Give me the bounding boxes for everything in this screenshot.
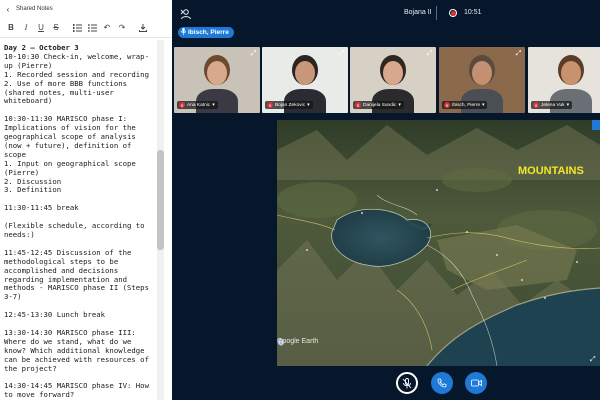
person-face (295, 61, 315, 85)
participant-name-bar: ✕ Ibisch, Pierre ▾ (442, 101, 488, 109)
notes-scrollbar-thumb[interactable] (157, 150, 164, 250)
notes-line: 3. Definition (4, 185, 62, 195)
participant-name-bar: ✕ Danijela Sundic ▾ (353, 101, 404, 109)
participant-name: Jelena Vuk (541, 102, 565, 108)
participant-name-bar: ✕ Jelena Vuk ▾ (531, 101, 572, 109)
notes-text-area[interactable]: Day 2 – October 3 10-10:30 Check-in, welc… (4, 44, 156, 400)
camera-icon (470, 379, 482, 387)
user-list-icon[interactable] (180, 8, 192, 20)
participant-name: Ana Katnic (187, 102, 211, 108)
muted-microphone-icon: ✕ (355, 102, 361, 108)
participant-name-bar: ✕ Bojan Zekovic ▾ (265, 101, 313, 109)
participant-name-bar: ✕ Ana Katnic ▾ (177, 101, 218, 109)
expand-video-icon[interactable]: ⤢ (249, 49, 258, 58)
divider (436, 6, 437, 20)
recording-indicator-icon[interactable] (449, 9, 457, 17)
muted-microphone-icon: ✕ (267, 102, 273, 108)
expand-video-icon[interactable]: ⤢ (514, 49, 523, 58)
notes-line: 1. Input on geographical scope (Pierre) (4, 158, 141, 177)
top-bar: Bojana II 10:51 (172, 0, 600, 28)
dropdown-chevron-icon: ▾ (398, 102, 401, 108)
italic-button[interactable]: I (19, 21, 33, 35)
shared-notes-panel: ‹ Shared Notes B I U S ↶ ↷ Day 2 – Octob… (0, 0, 173, 400)
dropdown-chevron-icon: ▾ (307, 102, 310, 108)
person-face (561, 61, 581, 85)
notes-line: 11:30-11:45 break (4, 203, 79, 213)
muted-microphone-icon: ✕ (533, 102, 539, 108)
recording-time: 10:51 (464, 9, 482, 16)
microphone-icon (181, 28, 186, 37)
export-icon[interactable] (136, 21, 150, 35)
notes-title: Shared Notes (16, 6, 53, 12)
ordered-list-icon[interactable] (70, 21, 84, 35)
google-earth-logo: Google Earth (277, 338, 318, 346)
satellite-map (277, 120, 600, 366)
talker-name: Ibisch, Pierre (188, 29, 229, 36)
person-face (207, 61, 227, 85)
screenshare-map[interactable]: MOUNTAINS Google Earth ⤢ (277, 120, 600, 366)
webcam-tile[interactable]: ✕ Bojan Zekovic ▾ ⤢ (262, 47, 348, 113)
webcam-tile[interactable]: ✕Jelena Vuk▾⤢ (528, 47, 600, 113)
webcam-tile[interactable]: ✕ Danijela Sundic ▾ ⤢ (350, 47, 436, 113)
leave-audio-button[interactable] (431, 372, 453, 394)
fullscreen-icon[interactable]: ⤢ (590, 356, 598, 364)
notes-toolbar: B I U S ↶ ↷ (0, 18, 172, 38)
notes-line: 12:45-13:30 Lunch break (4, 310, 106, 320)
dropdown-chevron-icon: ▾ (482, 102, 485, 108)
notes-line: 2. Use of more BBB functions (shared not… (4, 78, 132, 106)
talking-indicator: Ibisch, Pierre (178, 27, 234, 38)
map-annotation-label: MOUNTAINS (518, 165, 584, 177)
media-controls (396, 372, 596, 396)
participant-name: Danijela Sundic (363, 102, 397, 108)
notes-line: (Flexible schedule, according to needs:) (4, 221, 149, 239)
notes-line: 11:45-12:45 Discussion of the methodolog… (4, 247, 154, 302)
notes-line: 10:30-11:30 MARISCO phase I: Implication… (4, 114, 141, 159)
muted-microphone-icon: ✕ (179, 102, 185, 108)
undo-icon[interactable]: ↶ (100, 21, 114, 35)
notes-header: ‹ Shared Notes (0, 0, 172, 18)
conference-area: Bojana II 10:51 Ibisch, Pierre ✕ Ana Katn… (172, 0, 600, 400)
meeting-title: Bojana II (404, 9, 432, 16)
expand-video-icon[interactable]: ⤢ (425, 49, 434, 58)
webcam-tile[interactable]: ✕ Ibisch, Pierre ▾ ⤢ (439, 47, 525, 113)
notes-scrollbar[interactable] (157, 40, 164, 400)
dropdown-chevron-icon: ▾ (212, 102, 215, 108)
screenshare-menu-tab[interactable] (592, 120, 600, 130)
share-webcam-button[interactable] (465, 372, 487, 394)
bold-button[interactable]: B (4, 21, 18, 35)
expand-video-icon[interactable]: ⤢ (337, 49, 346, 58)
person-face (472, 61, 492, 85)
notes-line: 14:30-14:45 MARISCO phase IV: How to mov… (4, 381, 154, 400)
muted-microphone-icon: ✕ (444, 102, 450, 108)
person-face (383, 61, 403, 85)
back-chevron-icon[interactable]: ‹ (0, 0, 16, 18)
microphone-muted-icon (402, 377, 412, 388)
webcam-tile[interactable]: ✕ Ana Katnic ▾ ⤢ (174, 47, 260, 113)
notes-line: 13:30-14:30 MARISCO phase III: Where do … (4, 327, 154, 373)
strikethrough-button[interactable]: S (49, 21, 63, 35)
mute-microphone-button[interactable] (396, 372, 418, 394)
notes-line: 10-10:30 Check-in, welcome, wrap-up (Pie… (4, 51, 149, 70)
redo-icon[interactable]: ↷ (115, 21, 129, 35)
underline-button[interactable]: U (34, 21, 48, 35)
dropdown-chevron-icon: ▾ (566, 102, 569, 108)
webcam-strip: ✕ Ana Katnic ▾ ⤢ ✕ Bojan Zekovic ▾ ⤢ ✕ Danijela S… (172, 47, 600, 113)
phone-icon (437, 378, 447, 388)
participant-name: Bojan Zekovic (275, 102, 306, 108)
participant-name: Ibisch, Pierre (452, 102, 480, 108)
bullet-list-icon[interactable] (85, 21, 99, 35)
